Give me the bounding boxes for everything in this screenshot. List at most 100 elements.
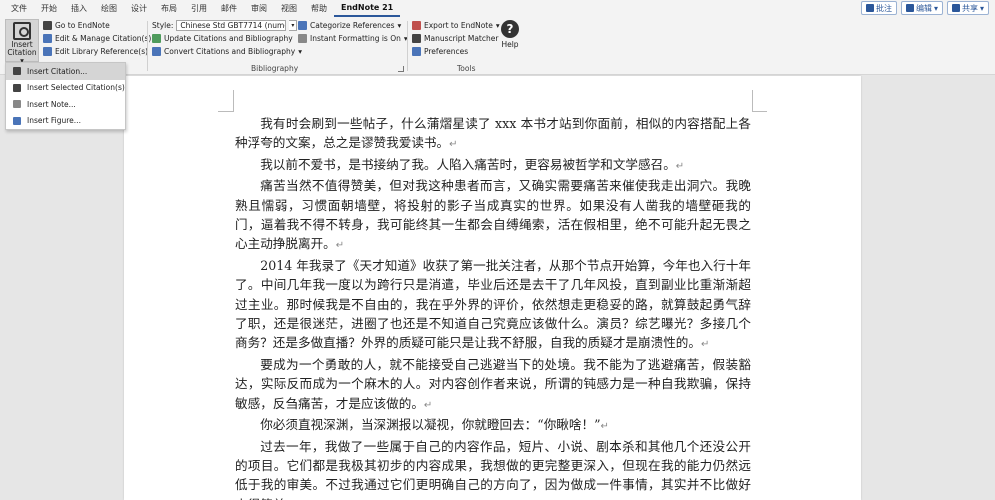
convert-icon [152,47,161,56]
bibliography-group: Style: Chinese Std GBT7714 (numer... ▾ U… [152,20,302,57]
menu-item-label: Insert Note... [27,99,76,109]
endnote-ribbon: Insert Citation ▾ Go to EndNote Edit & M… [0,17,995,75]
insert-citation-icon [13,67,21,76]
categorize-icon [298,21,307,30]
tab-review[interactable]: 审阅 [244,0,274,17]
share-button[interactable]: 共享 ▾ [946,1,989,15]
convert-citations-button[interactable]: Convert Citations and Bibliography ▾ [152,46,302,57]
menu-item-label: Insert Figure... [27,116,81,126]
chevron-down-icon: ▾ [397,21,402,30]
export-to-endnote-button[interactable]: Export to EndNote ▾ [412,20,500,31]
go-to-endnote-button[interactable]: Go to EndNote [43,20,151,31]
citations-group: Go to EndNote Edit & Manage Citation(s) … [43,20,151,57]
edit-manage-citations-label: Edit & Manage Citation(s) [55,34,152,43]
chevron-down-icon: ▾ [979,3,984,13]
chevron-down-icon[interactable]: ▾ [289,20,298,31]
document-body[interactable]: 我有时会刷到一些帖子，什么蒲熠星读了 xxx 本书才站到你面前，相似的内容搭配上… [235,114,751,500]
tab-insert[interactable]: 插入 [64,0,94,17]
paragraph[interactable]: 痛苦当然不值得赞美，但对我这种患者而言，又确实需要痛苦来催使我走出洞穴。我晚熟且… [235,176,751,256]
update-citations-label: Update Citations and Bibliography [164,34,293,43]
tab-design[interactable]: 设计 [124,0,154,17]
convert-citations-label: Convert Citations and Bibliography [164,47,296,56]
group-divider [147,21,148,71]
instant-formatting-label: Instant Formatting is On [310,34,401,43]
style-label: Style: [152,21,174,30]
crop-mark [752,111,767,112]
preferences-button[interactable]: Preferences [412,46,500,57]
paragraph[interactable]: 2014 年我录了《天才知道》收获了第一批关注者，从那个节点开始算，今年也入行十… [235,256,751,355]
edit-label: 编辑 [915,3,932,13]
crop-mark [752,90,753,112]
go-to-endnote-label: Go to EndNote [55,21,110,30]
tab-layout[interactable]: 布局 [154,0,184,17]
update-citations-button[interactable]: Update Citations and Bibliography [152,33,302,44]
comment-label: 批注 [875,3,892,13]
chevron-down-icon: ▾ [933,3,938,13]
tab-view[interactable]: 视图 [274,0,304,17]
paragraph[interactable]: 要成为一个勇敢的人，就不能接受自己逃避当下的处境。我不能为了逃避痛苦，假装豁达，… [235,355,751,415]
edit-library-references-label: Edit Library Reference(s) [55,47,149,56]
crop-mark [233,90,234,112]
categorize-label: Categorize References [310,21,395,30]
insert-citation-label: Insert Citation [7,40,37,57]
tab-mailings[interactable]: 邮件 [214,0,244,17]
edit-manage-citations-button[interactable]: Edit & Manage Citation(s) [43,33,151,44]
paragraph-mark: ↵ [600,421,609,433]
share-label: 共享 [961,3,978,13]
endnote-icon [43,21,52,30]
paragraph-mark: ↵ [700,339,710,351]
menu-insert-figure[interactable]: Insert Figure... [6,113,125,130]
figure-icon [13,116,21,125]
paragraph[interactable]: 我以前不爱书，是书接纳了我。人陷入痛苦时，更容易被哲学和文学感召。↵ [235,155,751,176]
instant-formatting-button[interactable]: Instant Formatting is On ▾ [298,33,408,44]
edit-citations-icon [43,34,52,43]
style-row: Style: Chinese Std GBT7714 (numer... ▾ [152,20,302,31]
manuscript-label: Manuscript Matcher [424,34,499,43]
insert-citation-button[interactable]: Insert Citation ▾ [5,19,39,65]
update-icon [152,34,161,43]
manuscript-matcher-button[interactable]: Manuscript Matcher [412,33,500,44]
tab-file[interactable]: 文件 [4,0,34,17]
dialog-launcher-icon[interactable] [398,66,404,72]
export-icon [412,21,421,30]
menu-insert-note[interactable]: Insert Note... [6,96,125,113]
tools-group: Export to EndNote ▾ Manuscript Matcher Pr… [412,20,500,57]
tab-right-actions: 批注 编辑 ▾ 共享 ▾ [860,1,989,15]
tab-references[interactable]: 引用 [184,0,214,17]
menu-insert-selected-citations[interactable]: Insert Selected Citation(s) [6,80,125,97]
paragraph-mark: ↵ [675,160,685,172]
paragraph-mark: ↵ [423,399,433,411]
help-label: Help [501,40,519,49]
manuscript-icon [412,34,421,43]
preferences-label: Preferences [424,47,469,56]
bibliography-group-label: Bibliography [251,64,299,73]
chevron-down-icon: ▾ [298,47,302,56]
paragraph[interactable]: 你必须直视深渊，当深渊报以凝视，你就瞪回去：“你瞅啥！”↵ [235,415,751,436]
tab-help[interactable]: 帮助 [304,0,334,17]
paragraph[interactable]: 过去一年，我做了一些属于自己的内容作品，短片、小说、剧本杀和其他几个还没公开的项… [235,437,751,500]
categorize-references-button[interactable]: Categorize References ▾ [298,20,408,31]
edit-library-references-button[interactable]: Edit Library Reference(s) [43,46,151,57]
paragraph[interactable]: 我有时会刷到一些帖子，什么蒲熠星读了 xxx 本书才站到你面前，相似的内容搭配上… [235,114,751,155]
menu-insert-citation[interactable]: Insert Citation... [6,63,125,80]
group-divider [407,21,408,71]
edit-library-icon [43,47,52,56]
help-icon: ? [501,20,519,38]
insert-selected-icon [13,83,21,92]
paragraph-mark: ↵ [449,139,458,151]
style-select[interactable]: Chinese Std GBT7714 (numer... [176,20,287,31]
comment-icon [865,4,874,12]
tab-home[interactable]: 开始 [34,0,64,17]
comment-button[interactable]: 批注 [860,1,897,15]
tab-draw[interactable]: 绘图 [94,0,124,17]
instant-formatting-icon [298,34,307,43]
tab-endnote[interactable]: EndNote 21 [334,0,401,17]
menu-item-label: Insert Citation... [27,66,88,76]
bibliography-group-right: Categorize References ▾ Instant Formattin… [298,20,408,44]
paragraph-mark: ↵ [335,240,345,252]
edit-button[interactable]: 编辑 ▾ [900,1,943,15]
tools-group-label: Tools [457,64,476,73]
help-button[interactable]: ? Help [498,20,522,49]
note-icon [13,100,21,109]
crop-mark [218,111,234,112]
